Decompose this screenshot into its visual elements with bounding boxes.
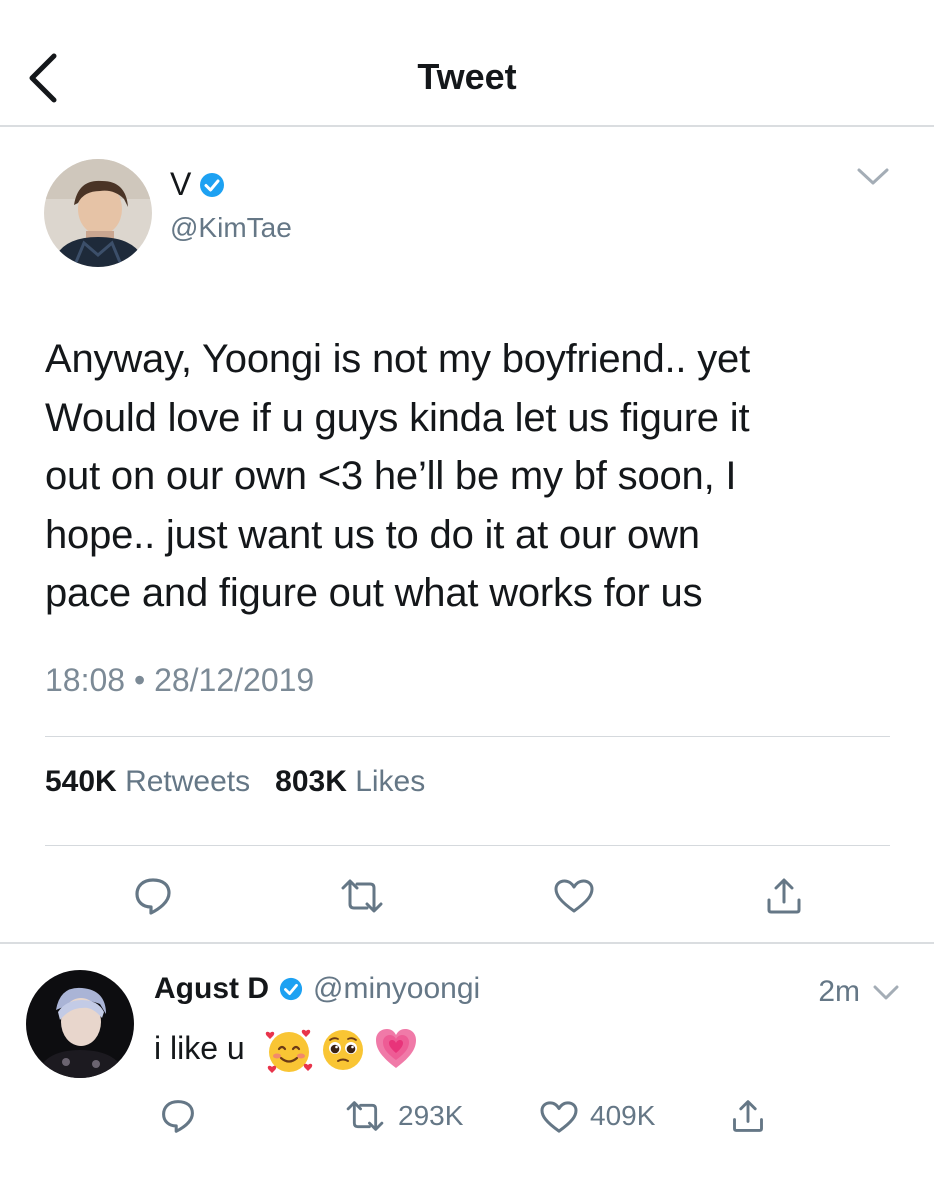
author-name-row[interactable]: V (170, 166, 225, 203)
reply-icon[interactable] (133, 876, 173, 916)
divider (45, 845, 890, 846)
author-name[interactable]: V (170, 166, 191, 203)
reply-text: i like u (154, 1030, 245, 1066)
author-handle[interactable]: @KimTae (170, 212, 292, 244)
top-bar: Tweet (0, 0, 934, 127)
reply-retweets-count: 293K (398, 1100, 464, 1131)
retweet-icon[interactable] (339, 878, 385, 914)
retweet-icon[interactable] (344, 1100, 386, 1132)
tweet-timestamp: 18:08 • 28/12/2019 (45, 662, 315, 698)
growing-heart-icon (376, 1029, 416, 1068)
like-heart-icon[interactable] (539, 1100, 579, 1134)
pleading-face-icon (323, 1030, 363, 1070)
likes-count: 803K (275, 765, 347, 798)
author-avatar[interactable] (44, 159, 152, 267)
reply-author-handle[interactable]: @minyoongi (313, 972, 480, 1006)
reply-likes-count: 409K (590, 1100, 656, 1131)
likes-stat[interactable]: 803K Likes (275, 765, 425, 798)
section-divider (0, 942, 934, 944)
chevron-down-icon[interactable] (856, 166, 890, 188)
verified-badge-icon (279, 977, 303, 1001)
smiling-face-with-hearts-icon (265, 1029, 313, 1073)
tweet-text: Anyway, Yoongi is not my boyfriend.. yet… (45, 337, 750, 615)
reply-time: 2m (818, 975, 860, 1008)
divider (45, 736, 890, 737)
retweets-stat[interactable]: 540K Retweets (45, 765, 250, 798)
reply-icon[interactable] (160, 1097, 196, 1135)
share-icon[interactable] (764, 876, 804, 916)
reply-author-row[interactable]: Agust D @minyoongi (154, 972, 480, 1006)
verified-badge-icon (200, 172, 225, 197)
reply-author-name[interactable]: Agust D (154, 972, 269, 1006)
engagement-stats: 540K Retweets 803K Likes (45, 765, 425, 799)
retweets-count: 540K (45, 765, 117, 798)
share-icon[interactable] (730, 1097, 766, 1135)
likes-label: Likes (355, 765, 426, 798)
chevron-down-icon[interactable] (872, 984, 900, 1002)
page-title: Tweet (417, 56, 517, 97)
retweets-label: Retweets (125, 765, 251, 798)
reply-author-avatar[interactable] (26, 970, 134, 1078)
like-heart-icon[interactable] (553, 878, 595, 914)
